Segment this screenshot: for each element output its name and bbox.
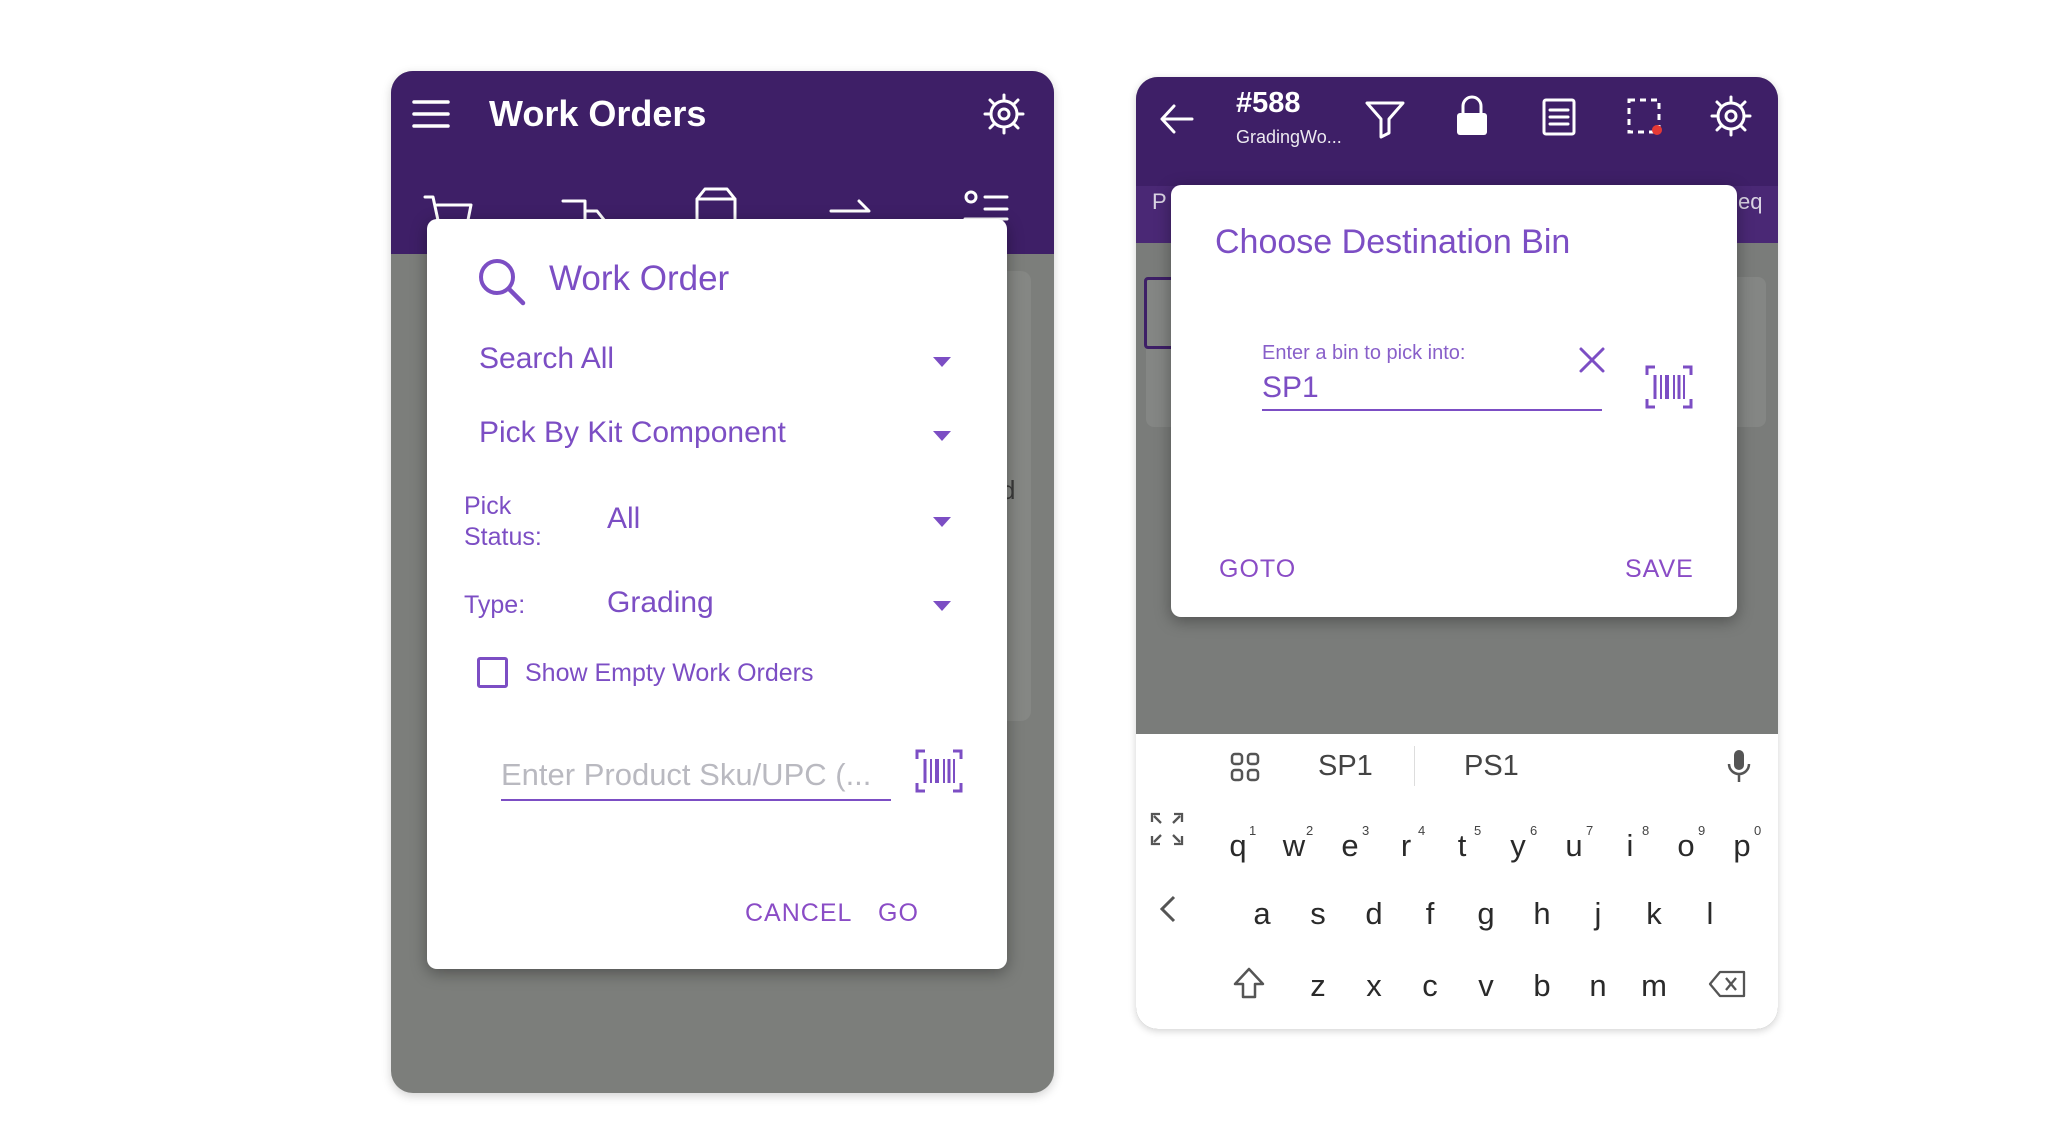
key-k[interactable]: k [1634, 896, 1674, 932]
dialog-title: Work Order [549, 259, 730, 298]
key-g[interactable]: g [1466, 896, 1506, 932]
search-scope-value: Search All [479, 342, 615, 375]
expand-icon[interactable] [1150, 812, 1184, 846]
pick-mode-dropdown[interactable]: Pick By Kit Component [479, 411, 959, 459]
bin-input[interactable]: SP1 [1262, 365, 1602, 411]
key-l[interactable]: l [1690, 896, 1730, 932]
key-d[interactable]: d [1354, 896, 1394, 932]
bin-input-value: SP1 [1262, 371, 1319, 404]
pick-status-dropdown[interactable]: All [607, 497, 959, 545]
pick-status-label: Pick Status: [464, 492, 542, 551]
key-b[interactable]: b [1522, 968, 1562, 1004]
apps-grid-icon[interactable] [1230, 752, 1260, 782]
order-number: #588 [1236, 87, 1301, 119]
search-scope-dropdown[interactable]: Search All [479, 337, 959, 385]
back-arrow-icon[interactable] [1158, 101, 1196, 137]
destination-bin-dialog: Choose Destination Bin Enter a bin to pi… [1171, 185, 1737, 617]
save-button[interactable]: SAVE [1625, 555, 1694, 584]
pick-mode-value: Pick By Kit Component [479, 416, 786, 449]
caret-down-icon [933, 601, 951, 611]
barcode-scan-icon[interactable] [1645, 365, 1693, 409]
key-x[interactable]: x [1354, 968, 1394, 1004]
key-r-number: 4 [1418, 823, 1426, 838]
key-f[interactable]: f [1410, 896, 1450, 932]
key-h[interactable]: h [1522, 896, 1562, 932]
soft-keyboard: SP1 PS1 q 1 w 2 e 3 r 4 t 5 y 6 u 7 i 8 … [1136, 734, 1778, 1029]
key-s[interactable]: s [1298, 896, 1338, 932]
menu-icon[interactable] [411, 97, 451, 131]
suggestion-divider [1414, 746, 1415, 786]
show-empty-label: Show Empty Work Orders [525, 659, 814, 687]
key-t-number: 5 [1474, 823, 1482, 838]
cancel-button[interactable]: CANCEL [745, 899, 852, 928]
key-n[interactable]: n [1578, 968, 1618, 1004]
keyboard-back-chevron-icon[interactable] [1158, 894, 1178, 924]
select-region-icon[interactable] [1626, 97, 1664, 137]
key-q-number: 1 [1249, 823, 1257, 838]
type-label: Type: [464, 591, 526, 619]
caret-down-icon [933, 517, 951, 527]
suggestion-1[interactable]: SP1 [1318, 750, 1373, 783]
pick-screen: P eq #588 GradingWo... Choose Destinatio… [1136, 77, 1778, 1029]
key-a[interactable]: a [1242, 896, 1282, 932]
search-icon [477, 257, 527, 307]
bin-field-label: Enter a bin to pick into: [1262, 342, 1466, 364]
filter-icon[interactable] [1364, 97, 1406, 139]
pick-status-value: All [607, 502, 641, 535]
lock-icon[interactable] [1454, 95, 1490, 137]
show-empty-checkbox[interactable] [477, 657, 508, 688]
key-w-number: 2 [1306, 823, 1314, 838]
key-i-number: 8 [1642, 823, 1650, 838]
caret-down-icon [933, 357, 951, 367]
sku-placeholder: Enter Product Sku/UPC (... [501, 757, 872, 792]
settings-gear-icon[interactable] [983, 93, 1025, 135]
barcode-scan-icon[interactable] [915, 749, 963, 793]
settings-gear-icon[interactable] [1710, 95, 1752, 137]
suggestion-2[interactable]: PS1 [1464, 750, 1519, 783]
work-orders-screen: Work Orders d Work Order Search All Pick… [391, 71, 1054, 1093]
key-m[interactable]: m [1634, 968, 1674, 1004]
shift-icon[interactable] [1232, 966, 1266, 1000]
key-y-number: 6 [1530, 823, 1538, 838]
page-title: Work Orders [489, 93, 707, 134]
tab-fragment-left: P [1152, 189, 1167, 214]
type-dropdown[interactable]: Grading [607, 581, 959, 629]
type-value: Grading [607, 586, 714, 619]
key-p-number: 0 [1754, 823, 1762, 838]
backspace-icon[interactable] [1708, 970, 1746, 998]
sku-input[interactable]: Enter Product Sku/UPC (... [501, 749, 891, 801]
key-u-number: 7 [1586, 823, 1594, 838]
key-o-number: 9 [1698, 823, 1706, 838]
document-icon[interactable] [1541, 97, 1577, 137]
go-button[interactable]: GO [878, 899, 919, 928]
goto-button[interactable]: GOTO [1219, 555, 1296, 584]
work-order-dialog: Work Order Search All Pick By Kit Compon… [427, 219, 1007, 969]
microphone-icon[interactable] [1726, 748, 1752, 784]
dialog-title: Choose Destination Bin [1215, 223, 1571, 261]
key-c[interactable]: c [1410, 968, 1450, 1004]
key-e-number: 3 [1362, 823, 1370, 838]
order-subtitle: GradingWo... [1236, 127, 1342, 147]
key-j[interactable]: j [1578, 896, 1618, 932]
clear-close-icon[interactable] [1577, 345, 1607, 375]
key-v[interactable]: v [1466, 968, 1506, 1004]
caret-down-icon [933, 431, 951, 441]
key-z[interactable]: z [1298, 968, 1338, 1004]
tab-fragment-right: eq [1738, 189, 1763, 214]
